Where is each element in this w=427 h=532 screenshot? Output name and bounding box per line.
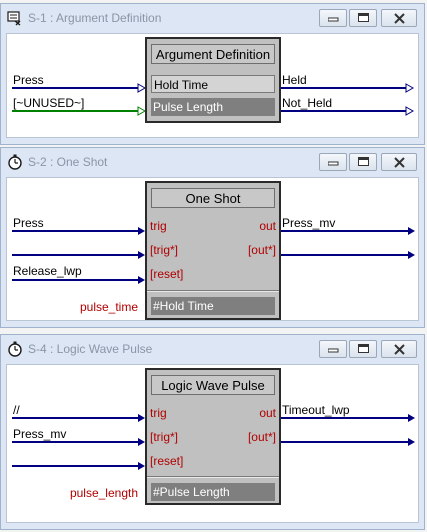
output-signal-held[interactable]: Held [282, 73, 307, 87]
port-reset[interactable]: [reset] [150, 454, 183, 468]
input-signal-press[interactable]: Press [13, 73, 44, 87]
param-value-pulse-length[interactable]: #Pulse Length [151, 483, 275, 501]
title-bar[interactable]: S-4 : Logic Wave Pulse [1, 335, 424, 363]
close-icon [394, 344, 405, 355]
input-signal-unused[interactable]: [~UNUSED~] [13, 96, 84, 110]
title-bar[interactable]: S-2 : One Shot [1, 148, 424, 176]
diagram-canvas[interactable]: Press [~UNUSED~] Held Not_Held Argument … [6, 33, 419, 138]
window-s2-one-shot: S-2 : One Shot Press Release_lwp Press_m… [0, 147, 425, 328]
close-icon [394, 157, 405, 168]
block-title: One Shot [151, 188, 275, 208]
definition-icon [7, 11, 21, 26]
output-signal-timeout-lwp[interactable]: Timeout_lwp [282, 403, 350, 417]
port-trig[interactable]: trig [150, 219, 167, 233]
window-title: S-1 : Argument Definition [28, 11, 162, 25]
input-signal-press-mv[interactable]: Press_mv [13, 427, 66, 441]
close-button[interactable] [381, 340, 417, 358]
diagram-canvas[interactable]: // Press_mv Timeout_lwp pulse_length Log… [6, 364, 419, 523]
minimize-button[interactable] [319, 153, 347, 171]
port-trig-star[interactable]: [trig*] [150, 243, 178, 257]
param-label-pulse-length: pulse_length [69, 486, 138, 500]
minimize-button[interactable] [319, 9, 347, 27]
input-signal-press[interactable]: Press [13, 216, 44, 230]
minimize-button[interactable] [319, 340, 347, 358]
stopwatch-icon [8, 154, 22, 170]
minimize-icon [328, 348, 339, 353]
port-reset[interactable]: [reset] [150, 267, 183, 281]
maximize-button[interactable] [349, 340, 377, 358]
port-trig-star[interactable]: [trig*] [150, 430, 178, 444]
port-out-star[interactable]: [out*] [248, 243, 276, 257]
port-out[interactable]: out [259, 219, 276, 233]
window-s1-argument-definition: S-1 : Argument Definition Press [~UNUSED… [0, 3, 425, 145]
window-title: S-2 : One Shot [28, 155, 108, 169]
close-icon [394, 13, 405, 24]
port-out-star[interactable]: [out*] [248, 430, 276, 444]
output-signal-press-mv[interactable]: Press_mv [282, 216, 335, 230]
param-hold-time[interactable]: Hold Time [151, 75, 275, 93]
block-title: Logic Wave Pulse [151, 375, 275, 395]
param-pulse-length[interactable]: Pulse Length [151, 98, 275, 116]
close-button[interactable] [381, 9, 417, 27]
maximize-icon [358, 13, 369, 22]
title-bar[interactable]: S-1 : Argument Definition [1, 4, 424, 32]
port-out[interactable]: out [259, 406, 276, 420]
maximize-button[interactable] [349, 9, 377, 27]
output-signal-not-held[interactable]: Not_Held [282, 96, 332, 110]
one-shot-block[interactable]: One Shot trig [trig*] [reset] out [out*]… [145, 181, 281, 320]
maximize-icon [358, 344, 369, 353]
window-s4-logic-wave-pulse: S-4 : Logic Wave Pulse // Press_mv Timeo… [0, 334, 425, 530]
maximize-button[interactable] [349, 153, 377, 171]
stopwatch-icon [8, 341, 22, 357]
block-divider [147, 290, 279, 292]
logic-wave-pulse-block[interactable]: Logic Wave Pulse trig [trig*] [reset] ou… [145, 368, 281, 505]
window-title: S-4 : Logic Wave Pulse [28, 342, 153, 356]
param-value-hold-time[interactable]: #Hold Time [151, 297, 275, 315]
input-signal-comment[interactable]: // [13, 403, 20, 417]
argument-definition-block[interactable]: Argument Definition Hold Time Pulse Leng… [145, 37, 281, 123]
block-divider [147, 476, 279, 478]
block-title: Argument Definition [151, 44, 275, 64]
param-label-pulse-time: pulse_time [79, 300, 138, 314]
minimize-icon [328, 161, 339, 166]
close-button[interactable] [381, 153, 417, 171]
minimize-icon [328, 17, 339, 22]
maximize-icon [358, 157, 369, 166]
diagram-canvas[interactable]: Press Release_lwp Press_mv pulse_time On… [6, 177, 419, 321]
port-trig[interactable]: trig [150, 406, 167, 420]
input-signal-release-lwp[interactable]: Release_lwp [13, 264, 82, 278]
